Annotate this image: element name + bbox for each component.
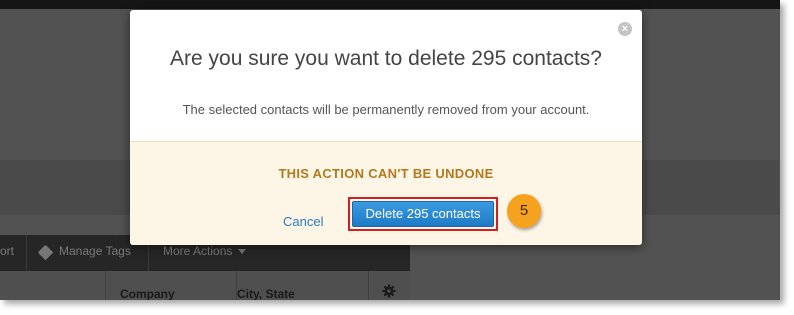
chevron-down-icon — [238, 249, 247, 255]
cancel-link[interactable]: Cancel — [283, 214, 323, 229]
more-actions-label: More Actions — [163, 244, 233, 258]
toolbar-divider — [26, 235, 27, 271]
column-header-company[interactable]: Company — [120, 271, 175, 300]
dialog-footer: THIS ACTION CAN'T BE UNDONE Cancel Delet… — [130, 141, 642, 245]
delete-contacts-button[interactable]: Delete 295 contacts — [352, 201, 494, 227]
column-divider — [368, 271, 369, 300]
table-header: Company City, State — [0, 271, 410, 300]
column-divider — [105, 271, 106, 300]
gear-icon[interactable] — [382, 284, 396, 298]
export-button[interactable]: ort — [0, 235, 14, 271]
tag-icon — [37, 244, 54, 261]
dialog-message: The selected contacts will be permanentl… — [182, 102, 590, 117]
delete-confirmation-dialog: × Are you sure you want to delete 295 co… — [130, 10, 642, 245]
manage-tags-button[interactable]: Manage Tags — [59, 235, 131, 271]
close-icon[interactable]: × — [618, 22, 632, 36]
warning-text: THIS ACTION CAN'T BE UNDONE — [278, 166, 494, 181]
dialog-title: Are you sure you want to delete 295 cont… — [170, 47, 602, 70]
top-nav-bar — [0, 0, 780, 9]
column-header-city-state[interactable]: City, State — [237, 271, 295, 300]
step-number-badge: 5 — [507, 194, 541, 228]
delete-button-highlight: Delete 295 contacts — [348, 197, 498, 231]
